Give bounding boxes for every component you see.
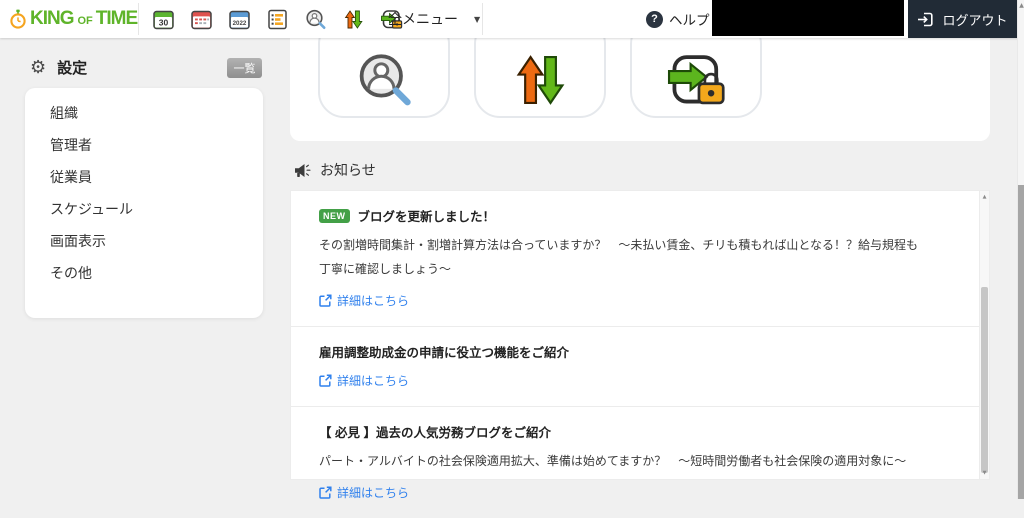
news-scrollbar-thumb[interactable]: [981, 287, 988, 473]
megaphone-icon: [295, 163, 311, 177]
employee-search-icon: [359, 54, 411, 106]
news-detail-link[interactable]: 詳細はこちら: [319, 372, 409, 389]
sidebar-item-administrator[interactable]: 管理者: [25, 129, 263, 161]
import-export-arrows-icon: [344, 9, 363, 29]
logout-label: ログアウト: [942, 12, 1008, 28]
news-detail-link[interactable]: 詳細はこちら: [319, 484, 409, 501]
top-header: KING OF TIME 30 2022 全メニュー ▼ ? ヘルプ ログアウト: [0, 0, 1024, 38]
news-item-title: 雇用調整助成金の申請に役立つ機能をご紹介: [319, 346, 570, 360]
news-title: お知らせ: [320, 162, 376, 178]
news-item-title: 【 必見 】過去の人気労務ブログをご紹介: [319, 426, 551, 440]
news-item: 雇用調整助成金の申請に役立つ機能をご紹介 詳細はこちら: [291, 326, 989, 406]
settings-menu: 組織 管理者 従業員 スケジュール 画面表示 その他: [25, 88, 263, 318]
chevron-down-icon: ▼: [474, 14, 481, 24]
employee-search-button[interactable]: [304, 8, 327, 31]
import-export-arrows-icon: [516, 55, 565, 105]
new-badge: NEW: [319, 208, 350, 223]
help-label: ヘルプ: [669, 13, 710, 28]
news-detail-link-label: 詳細はこちら: [337, 486, 410, 500]
calendar-daily-30-icon: 30: [153, 10, 174, 29]
scroll-up-icon[interactable]: ▲: [980, 194, 989, 200]
import-export-arrows-button[interactable]: [342, 8, 365, 31]
calendar-schedule-button[interactable]: [190, 8, 213, 31]
calendar-year-2022-button[interactable]: 2022: [228, 8, 251, 31]
header-toolbar: 30 2022: [152, 0, 403, 38]
settings-section-header: ⚙ 設定: [30, 57, 87, 78]
news-detail-link-label: 詳細はこちら: [337, 294, 410, 308]
sidebar-item-organization[interactable]: 組織: [25, 97, 263, 129]
settings-title: 設定: [57, 60, 88, 77]
news-card: NEW ブログを更新しました！ その割増時間集計・割増計算方法は合っていますか？…: [290, 190, 990, 500]
calendar-schedule-icon: [191, 10, 212, 29]
scroll-down-icon[interactable]: ▼: [980, 470, 989, 476]
brand-text-time: TIME: [95, 8, 138, 29]
brand-logo[interactable]: KING OF TIME: [8, 0, 138, 38]
external-link-icon: [319, 374, 332, 387]
brand-text-king: KING: [30, 8, 74, 29]
calendar-daily-30-button[interactable]: 30: [152, 8, 175, 31]
news-detail-link-label: 詳細はこちら: [337, 374, 410, 388]
help-button[interactable]: ? ヘルプ: [646, 0, 710, 38]
report-list-button[interactable]: [266, 8, 289, 31]
logout-button[interactable]: ログアウト: [908, 0, 1017, 38]
scroll-up-icon[interactable]: ▲: [1018, 2, 1024, 9]
header-divider: [138, 3, 139, 35]
redacted-company-name: [712, 0, 904, 36]
export-lock-icon: [667, 55, 725, 105]
all-menu-label: 全メニュー: [388, 11, 458, 27]
quick-access-panel: [290, 18, 990, 141]
brand-text-of: OF: [77, 14, 93, 27]
header-divider: [482, 3, 483, 35]
svg-text:2022: 2022: [233, 19, 247, 26]
calendar-year-2022-icon: 2022: [229, 10, 250, 29]
news-card-scrollbar[interactable]: ▲ ▼: [979, 191, 989, 479]
question-icon: ?: [646, 10, 663, 28]
news-item: NEW ブログを更新しました！ その割増時間集計・割増計算方法は合っていますか？…: [291, 191, 989, 326]
sidebar-item-others[interactable]: その他: [25, 257, 263, 289]
sidebar-item-employee[interactable]: 従業員: [25, 161, 263, 193]
window-scrollbar-thumb[interactable]: [1018, 185, 1024, 499]
external-link-icon: [319, 294, 332, 307]
sidebar-item-schedule[interactable]: スケジュール: [25, 193, 263, 225]
sidebar-item-screen-display[interactable]: 画面表示: [25, 225, 263, 257]
external-link-icon: [319, 486, 332, 499]
svg-text:30: 30: [159, 17, 169, 27]
news-detail-link[interactable]: 詳細はこちら: [319, 292, 409, 309]
news-item-body: パート・アルバイトの社会保険適用拡大、準備は始めてますか？ ～短時間労働者も社会…: [319, 454, 907, 468]
news-item-body: その割増時間集計・割増計算方法は合っていますか？ ～未払い賃金、チリも積もれば山…: [319, 238, 919, 276]
all-menu-dropdown[interactable]: 全メニュー ▼: [388, 0, 480, 38]
logout-icon: [918, 12, 934, 26]
settings-list-button[interactable]: 一覧: [227, 58, 262, 78]
gear-icon: ⚙: [30, 56, 47, 78]
app-window: KING OF TIME 30 2022 全メニュー ▼ ? ヘルプ ログアウト…: [0, 0, 1024, 500]
news-item: 【 必見 】過去の人気労務ブログをご紹介 パート・アルバイトの社会保険適用拡大、…: [291, 406, 989, 518]
stopwatch-icon: [10, 9, 26, 29]
window-scrollbar[interactable]: ▲: [1017, 0, 1024, 499]
news-item-title: ブログを更新しました！: [357, 210, 496, 224]
news-section-header: お知らせ: [294, 160, 376, 180]
employee-search-icon: [306, 9, 326, 29]
report-list-icon: [268, 9, 287, 29]
